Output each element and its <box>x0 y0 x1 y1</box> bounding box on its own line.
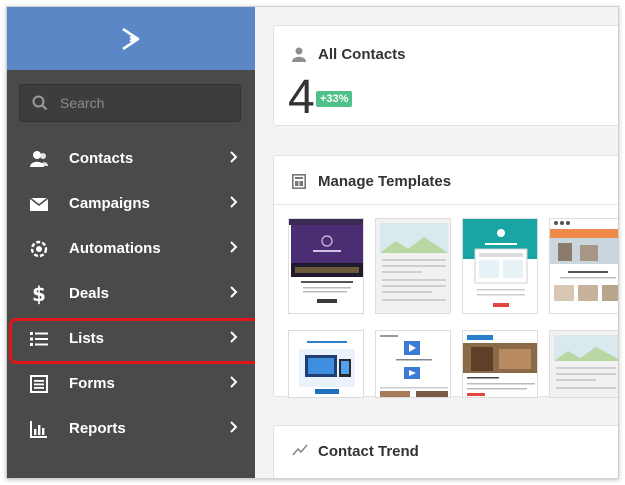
envelope-icon <box>29 194 49 214</box>
sidebar-item-automations[interactable]: Automations <box>7 226 255 271</box>
template-thumbnail-8[interactable] <box>549 330 618 398</box>
search-input[interactable] <box>60 95 220 111</box>
sidebar-nav: Contacts Campaigns Automations $ Deals L… <box>7 136 255 451</box>
sidebar-item-label: Automations <box>69 240 161 257</box>
growth-badge: +33% <box>316 91 353 107</box>
search-icon <box>32 95 48 111</box>
card-title: Manage Templates <box>292 173 451 190</box>
trend-line-icon <box>292 443 308 460</box>
user-icon <box>292 47 308 63</box>
chevron-right-icon <box>230 241 238 253</box>
template-thumbnail-6[interactable] <box>375 330 451 398</box>
chevron-right-icon <box>230 151 238 163</box>
search-box[interactable] <box>19 84 241 122</box>
sidebar-item-reports[interactable]: Reports <box>7 406 255 451</box>
card-title: Contact Trend <box>292 443 419 460</box>
contact-trend-card: Contact Trend <box>273 425 618 478</box>
template-thumbnail-4[interactable] <box>549 218 618 314</box>
template-icon <box>292 173 308 190</box>
chevron-right-icon <box>230 421 238 433</box>
chevron-right-icon <box>230 196 238 208</box>
contacts-count: 4 <box>288 71 315 124</box>
template-thumbnail-1[interactable] <box>288 218 364 314</box>
card-title: All Contacts <box>292 46 406 63</box>
logo-chevron-icon <box>122 27 140 50</box>
template-thumbnail-7[interactable] <box>462 330 538 398</box>
dollar-icon: $ <box>32 281 46 306</box>
sidebar-item-label: Forms <box>69 375 115 392</box>
template-thumbnail-2[interactable] <box>375 218 451 314</box>
trend-card-title: Contact Trend <box>318 443 419 460</box>
chevron-right-icon <box>230 376 238 388</box>
sidebar-item-label: Deals <box>69 285 110 302</box>
automation-gear-icon <box>29 239 49 259</box>
sidebar: Contacts Campaigns Automations $ Deals <box>7 7 255 478</box>
all-contacts-card[interactable]: All Contacts 4 +33% <box>273 25 618 126</box>
form-icon <box>29 374 49 394</box>
card-divider <box>274 204 618 205</box>
app-window: Contacts Campaigns Automations $ Deals <box>6 6 619 479</box>
brand-header[interactable] <box>7 7 255 70</box>
contacts-icon <box>29 149 49 169</box>
manage-templates-card: Manage Templates <box>273 155 618 398</box>
bar-chart-icon <box>29 419 49 439</box>
sidebar-item-campaigns[interactable]: Campaigns <box>7 181 255 226</box>
main-content: All Contacts 4 +33% Manage Templates Con… <box>255 7 618 478</box>
sidebar-item-label: Campaigns <box>69 195 150 212</box>
sidebar-item-deals[interactable]: $ Deals <box>7 271 255 316</box>
sidebar-item-label: Contacts <box>69 150 134 167</box>
sidebar-item-forms[interactable]: Forms <box>7 361 255 406</box>
template-thumbnail-5[interactable] <box>288 330 364 398</box>
chevron-right-icon <box>230 286 238 298</box>
sidebar-item-contacts[interactable]: Contacts <box>7 136 255 181</box>
lists-highlight-annotation <box>9 318 261 364</box>
templates-card-title: Manage Templates <box>318 173 452 190</box>
template-thumbnail-3[interactable] <box>462 218 538 314</box>
contacts-card-title: All Contacts <box>318 46 406 63</box>
sidebar-item-label: Reports <box>69 420 126 437</box>
